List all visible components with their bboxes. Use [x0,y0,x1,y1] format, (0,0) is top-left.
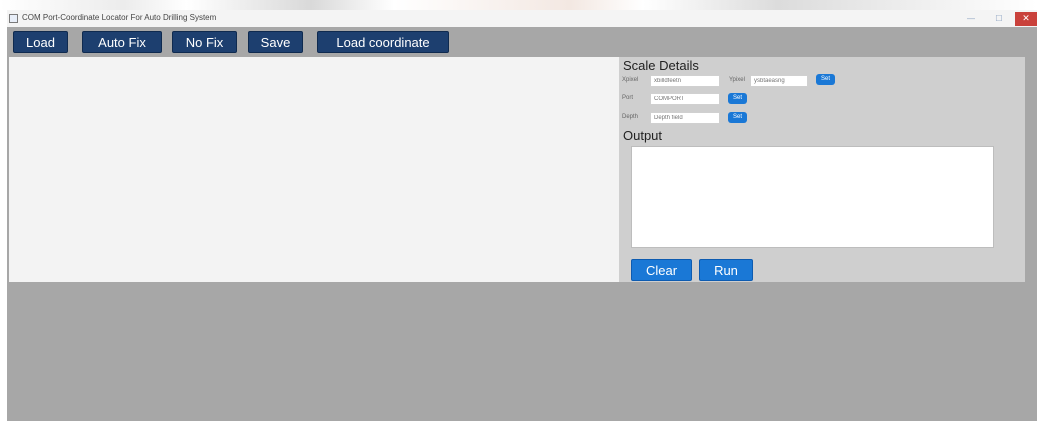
title-bar: COM Port-Coordinate Locator For Auto Dri… [7,10,1037,28]
window-controls: — ☐ ✕ [959,10,1037,27]
toolbar: Load Auto Fix No Fix Save Load coordinat… [7,27,1037,57]
no-fix-button[interactable]: No Fix [172,31,237,53]
window-title: COM Port-Coordinate Locator For Auto Dri… [22,13,217,22]
scale-details-title: Scale Details [623,58,699,73]
load-button[interactable]: Load [13,31,68,53]
scale-details-panel: Scale Details Xpixel Ypixel Set Port Set… [619,57,1025,282]
output-title: Output [623,128,663,143]
port-label: Port [622,95,634,101]
maximize-button[interactable]: ☐ [987,14,1011,24]
maximize-icon: ☐ [995,14,1003,23]
close-icon: ✕ [1022,13,1030,23]
run-button[interactable]: Run [699,259,753,281]
port-input[interactable] [650,93,720,105]
close-button[interactable]: ✕ [1015,11,1037,26]
minimize-button[interactable]: — [959,14,983,24]
app-window: COM Port-Coordinate Locator For Auto Dri… [7,10,1037,421]
load-coordinate-button[interactable]: Load coordinate [317,31,449,53]
panel-margin [1025,57,1037,282]
xpixel-label: Xpixel [622,77,639,83]
depth-label: Depth [622,114,639,120]
port-set-button[interactable]: Set [728,93,747,104]
scale-set-button[interactable]: Set [816,74,835,85]
image-canvas[interactable] [9,57,619,282]
clear-button[interactable]: Clear [631,259,692,281]
depth-input[interactable] [650,112,720,124]
xpixel-input[interactable] [650,75,720,87]
top-background-strip [0,0,1037,10]
ypixel-label: Ypixel [729,77,745,83]
depth-set-button[interactable]: Set [728,112,747,123]
output-textarea[interactable] [631,146,994,248]
minimize-icon: — [967,14,975,23]
auto-fix-button[interactable]: Auto Fix [82,31,162,53]
ypixel-input[interactable] [750,75,808,87]
save-button[interactable]: Save [248,31,303,53]
app-window-icon [9,14,18,23]
